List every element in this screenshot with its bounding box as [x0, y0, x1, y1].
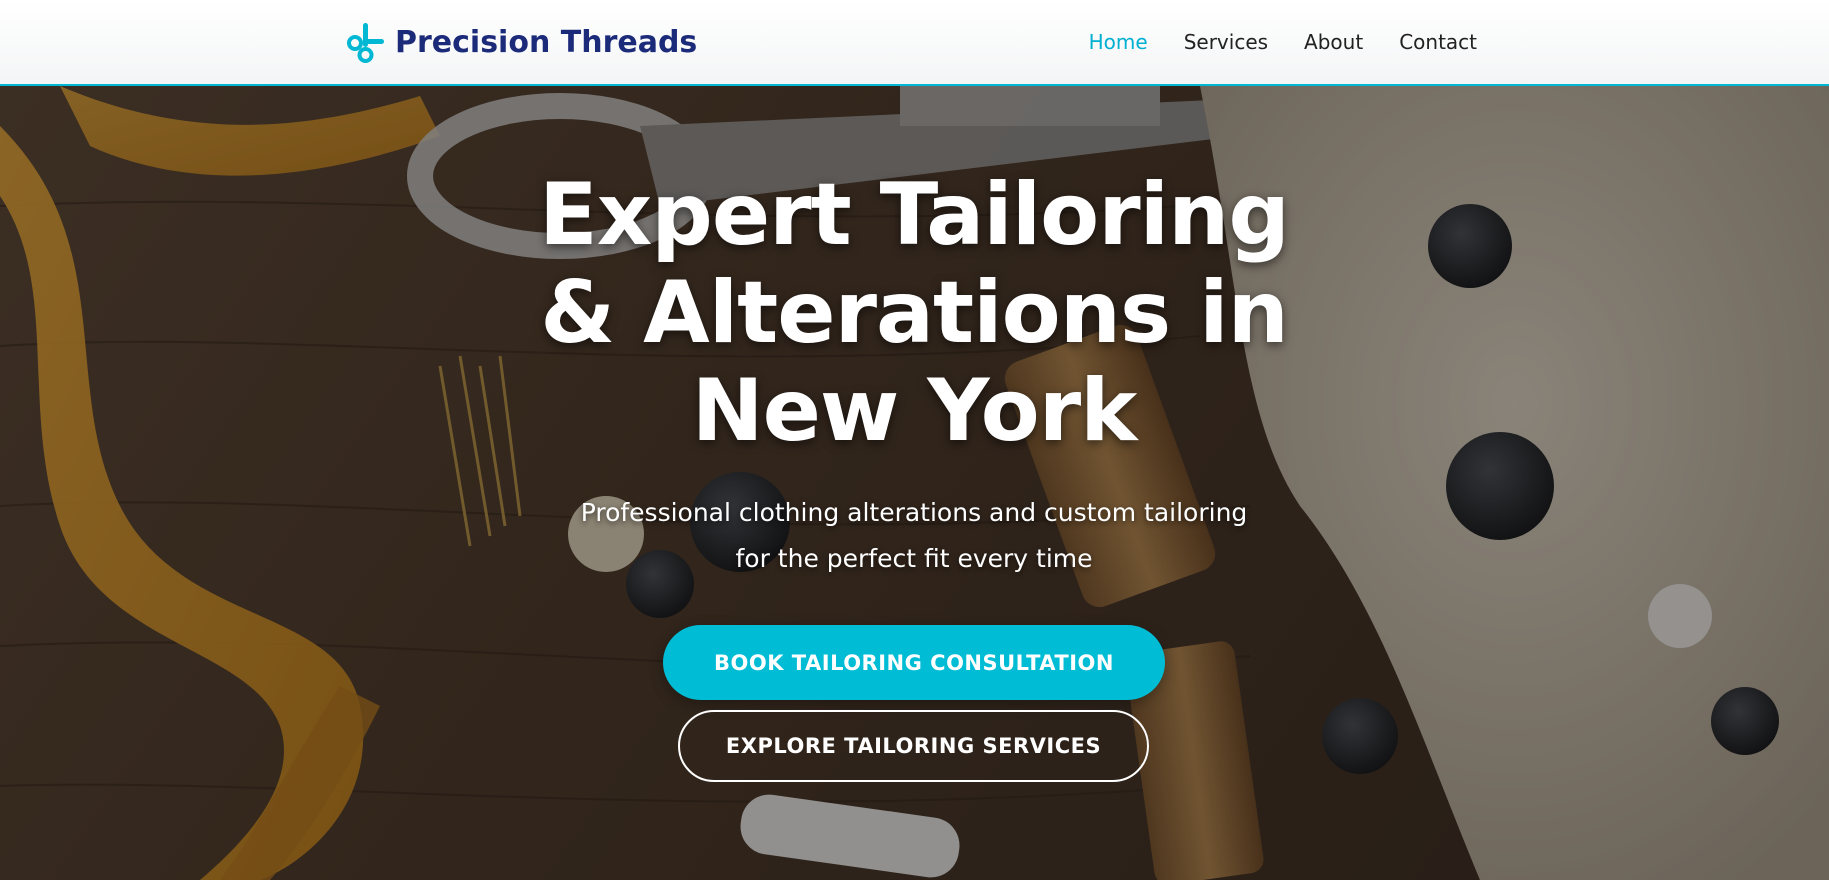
hero-subtitle-line: for the perfect fit every time	[735, 544, 1093, 573]
explore-services-button[interactable]: EXPLORE TAILORING SERVICES	[678, 710, 1149, 782]
main-nav: Home Services About Contact	[1089, 0, 1477, 84]
hero-title-line: & Alterations in	[540, 263, 1289, 363]
nav-link-home[interactable]: Home	[1089, 30, 1148, 54]
hero-title-line: New York	[691, 361, 1138, 461]
brand-logo-link[interactable]: Precision Threads	[344, 20, 697, 64]
hero-subtitle: Professional clothing alterations and cu…	[514, 490, 1314, 582]
hero-title-line: Expert Tailoring	[539, 165, 1290, 265]
scissors-icon	[344, 20, 388, 64]
book-consultation-button[interactable]: BOOK TAILORING CONSULTATION	[663, 625, 1165, 700]
hero-section: Expert Tailoring & Alterations in New Yo…	[0, 86, 1829, 880]
brand-name: Precision Threads	[395, 24, 698, 60]
nav-link-services[interactable]: Services	[1184, 30, 1268, 54]
hero-subtitle-line: Professional clothing alterations and cu…	[580, 498, 1248, 527]
site-header: Precision Threads Home Services About Co…	[0, 0, 1829, 86]
nav-link-about[interactable]: About	[1304, 30, 1363, 54]
hero-title: Expert Tailoring & Alterations in New Yo…	[514, 166, 1314, 460]
nav-link-contact[interactable]: Contact	[1399, 30, 1477, 54]
